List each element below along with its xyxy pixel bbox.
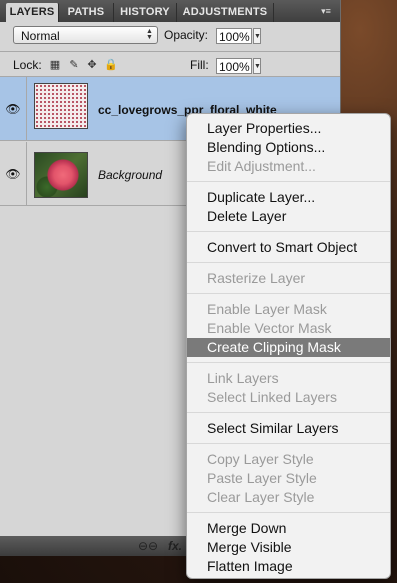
- tab-paths[interactable]: PATHS: [59, 3, 114, 22]
- fill-dropdown-icon[interactable]: ▼: [253, 58, 261, 74]
- menu-item-delete-layer[interactable]: Delete Layer: [187, 207, 390, 226]
- menu-item-merge-visible[interactable]: Merge Visible: [187, 538, 390, 557]
- layer-name[interactable]: Background: [98, 168, 162, 182]
- menu-item-copy-layer-style: Copy Layer Style: [207, 451, 314, 467]
- menu-item-enable-vector-mask: Enable Vector Mask: [207, 320, 332, 336]
- menu-item-rasterize-layer: Rasterize Layer: [207, 270, 306, 286]
- panel-tab-bar: LAYERS PATHS HISTORY ADJUSTMENTS ▾≡: [0, 0, 340, 22]
- menu-separator: [187, 231, 390, 232]
- menu-item-clear-layer-style: Clear Layer Style: [207, 489, 315, 505]
- menu-item-enable-layer-mask: Enable Layer Mask: [207, 301, 327, 317]
- divider: [0, 51, 340, 52]
- fill-label: Fill:: [190, 58, 209, 72]
- opacity-field[interactable]: 100%: [216, 28, 252, 44]
- panel-menu-icon[interactable]: ▾≡: [318, 5, 334, 17]
- eye-icon[interactable]: 👁: [0, 142, 27, 206]
- layer-thumbnail: [34, 83, 88, 129]
- menu-item-duplicate-layer[interactable]: Duplicate Layer...: [187, 188, 390, 207]
- menu-separator: [187, 293, 390, 294]
- opacity-label: Opacity:: [164, 28, 209, 42]
- lock-position-icon[interactable]: ✥: [86, 59, 98, 71]
- menu-item-select-linked-layers: Select Linked Layers: [207, 389, 337, 405]
- menu-separator: [187, 362, 390, 363]
- menu-separator: [187, 512, 390, 513]
- menu-item-layer-properties[interactable]: Layer Properties...: [187, 119, 390, 138]
- menu-separator: [187, 181, 390, 182]
- menu-item-select-similar-layers[interactable]: Select Similar Layers: [187, 419, 390, 438]
- fill-field[interactable]: 100%: [216, 58, 252, 74]
- fx-icon[interactable]: fx.: [168, 538, 182, 554]
- blend-mode-select[interactable]: Normal ▲ ▼: [13, 26, 158, 44]
- tab-layers[interactable]: LAYERS: [6, 3, 59, 22]
- menu-separator: [187, 443, 390, 444]
- menu-item-create-clipping-mask[interactable]: Create Clipping Mask: [187, 338, 390, 357]
- layer-context-menu: Layer Properties... Blending Options... Ed…: [186, 113, 391, 579]
- menu-item-convert-to-smart-object[interactable]: Convert to Smart Object: [187, 238, 390, 257]
- opacity-dropdown-icon[interactable]: ▼: [253, 28, 261, 44]
- up-down-arrows-icon: ▲ ▼: [146, 28, 153, 41]
- layer-thumbnail: [34, 152, 88, 198]
- lock-transparent-pixels-icon[interactable]: ▦: [49, 59, 61, 71]
- menu-item-blending-options[interactable]: Blending Options...: [187, 138, 390, 157]
- lock-image-pixels-icon[interactable]: ✎: [68, 59, 80, 71]
- lock-label: Lock:: [13, 58, 42, 72]
- blend-mode-value: Normal: [21, 29, 60, 43]
- menu-item-paste-layer-style: Paste Layer Style: [207, 470, 317, 486]
- lock-all-icon[interactable]: 🔒: [104, 59, 118, 71]
- menu-item-edit-adjustment: Edit Adjustment...: [207, 158, 316, 174]
- menu-item-link-layers: Link Layers: [207, 370, 279, 386]
- tab-adjustments[interactable]: ADJUSTMENTS: [177, 3, 274, 22]
- tab-history[interactable]: HISTORY: [114, 3, 177, 22]
- menu-item-flatten-image[interactable]: Flatten Image: [187, 557, 390, 576]
- link-icon[interactable]: ⊖⊖: [138, 538, 158, 554]
- menu-separator: [187, 262, 390, 263]
- menu-item-merge-down[interactable]: Merge Down: [187, 519, 390, 538]
- menu-separator: [187, 412, 390, 413]
- eye-icon[interactable]: 👁: [0, 77, 27, 141]
